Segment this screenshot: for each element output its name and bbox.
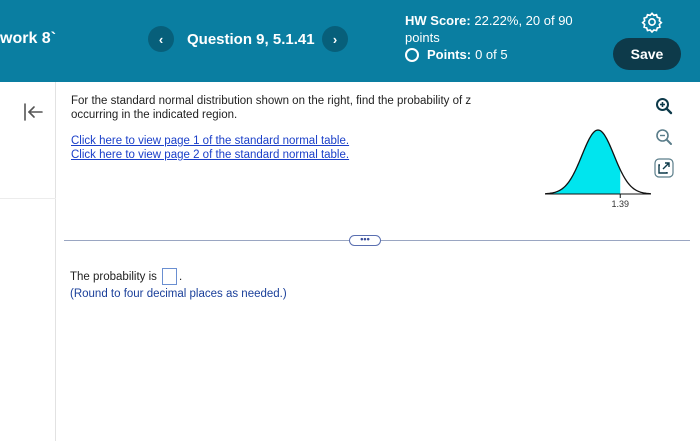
sidebar-divider xyxy=(0,198,56,199)
collapse-left-icon[interactable] xyxy=(22,101,44,123)
question-prompt: For the standard normal distribution sho… xyxy=(71,95,472,121)
hw-score-value: 22.22%, 20 of 90 xyxy=(474,13,573,28)
zoom-out-icon[interactable] xyxy=(654,127,674,147)
previous-question-button[interactable]: ‹ xyxy=(148,26,174,52)
assignment-title: work 8` xyxy=(0,30,57,47)
hw-score-unit: points xyxy=(405,30,440,45)
points-value: 0 of 5 xyxy=(475,47,508,62)
left-sidebar xyxy=(0,82,56,441)
answer-row: The probability is . xyxy=(70,268,182,285)
hw-score: HW Score: 22.22%, 20 of 90 xyxy=(405,13,573,28)
question-title: Question 9, 5.1.41 xyxy=(187,31,315,48)
answer-suffix: . xyxy=(178,270,183,283)
zoom-in-icon[interactable] xyxy=(654,96,674,116)
rounding-hint: (Round to four decimal places as needed.… xyxy=(70,288,287,300)
expand-more-button[interactable]: ••• xyxy=(349,235,381,246)
progress-ring-icon xyxy=(405,47,419,62)
points-label: Points: xyxy=(427,47,472,62)
points-status: Points: 0 of 5 xyxy=(405,47,508,62)
normal-table-page1-link[interactable]: Click here to view page 1 of the standar… xyxy=(71,135,349,147)
open-external-icon[interactable] xyxy=(654,158,674,178)
z-value-label: 1.39 xyxy=(611,199,629,209)
shaded-region xyxy=(545,130,621,194)
hw-score-label: HW Score: xyxy=(405,13,471,28)
save-button[interactable]: Save xyxy=(613,38,681,70)
next-question-button[interactable]: › xyxy=(322,26,348,52)
answer-label: The probability is xyxy=(70,270,157,283)
normal-table-page2-link[interactable]: Click here to view page 2 of the standar… xyxy=(71,149,349,161)
probability-answer-input[interactable] xyxy=(161,268,177,285)
top-bar: work 8` ‹ Question 9, 5.1.41 › HW Score:… xyxy=(0,0,700,82)
normal-distribution-figure: 1.39 xyxy=(545,129,651,209)
settings-gear-icon[interactable] xyxy=(641,11,663,33)
